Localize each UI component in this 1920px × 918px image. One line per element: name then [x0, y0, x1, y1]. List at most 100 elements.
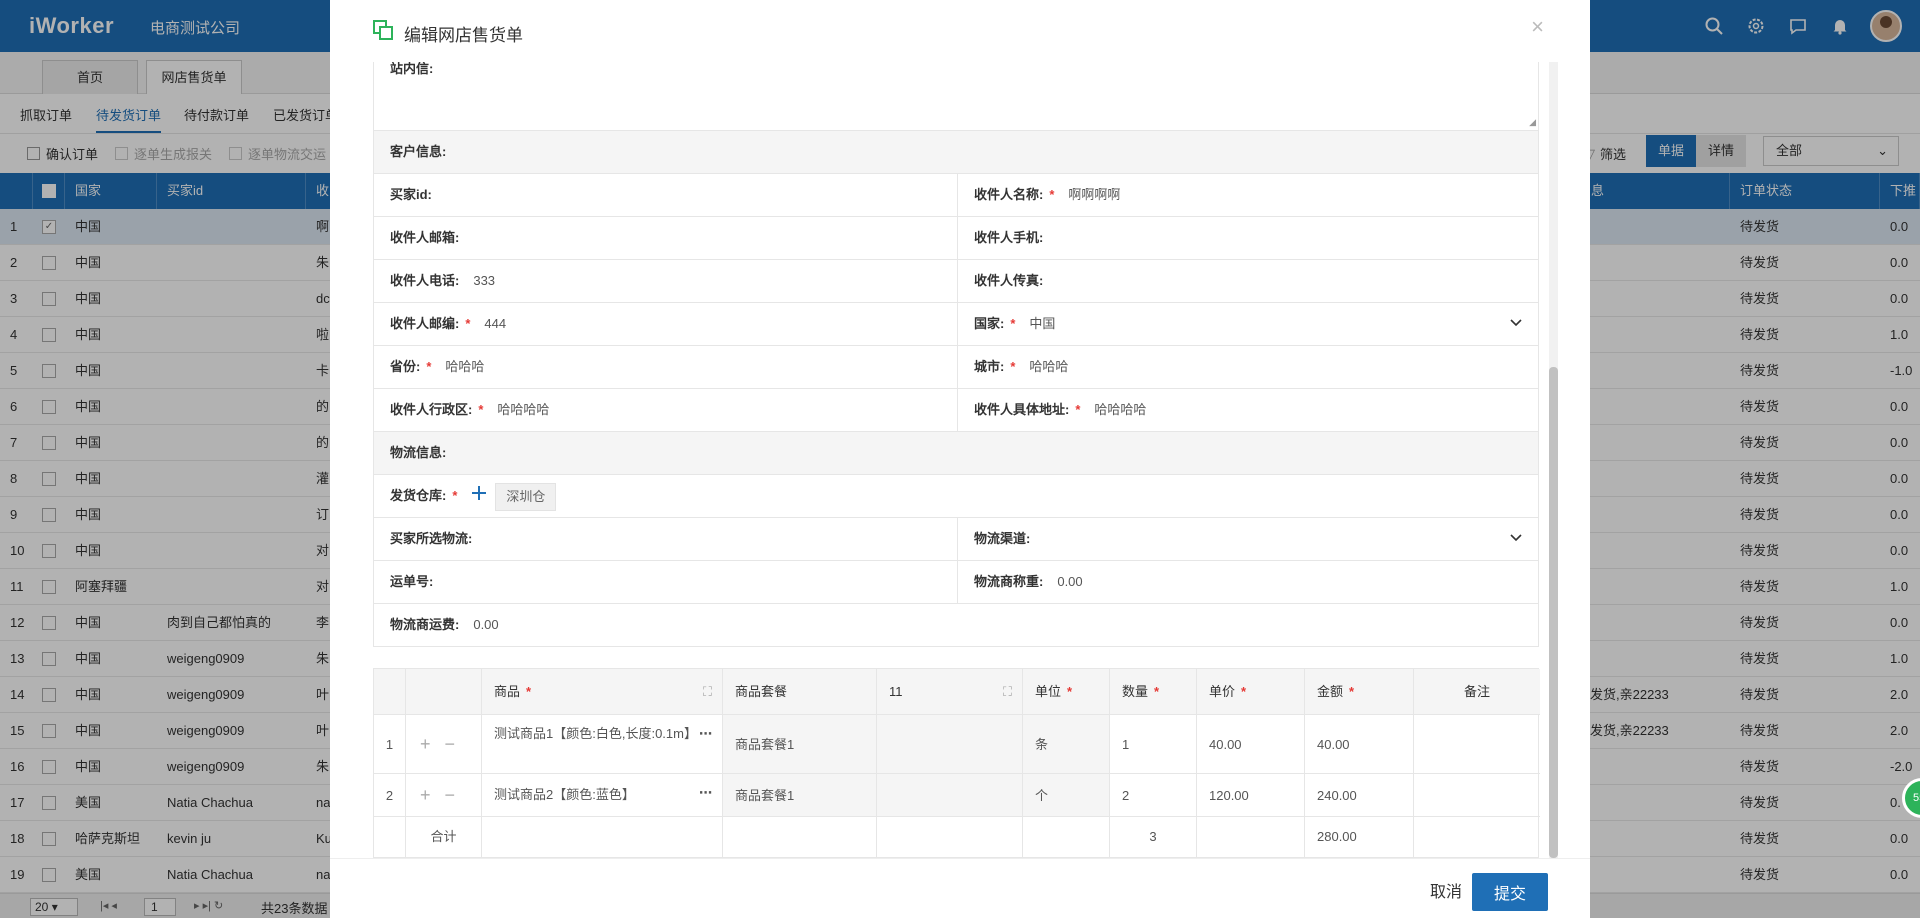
items-header-11: 11 ⛶	[877, 669, 1023, 714]
modal-body: 站内信: ◢ 客户信息: 买家id: 收件人名称: * 啊啊啊啊 收件人邮箱: 收件…	[330, 62, 1590, 858]
recv-name-field[interactable]: 收件人名称: * 啊啊啊啊	[958, 174, 1540, 216]
station-msg-row: 站内信: ◢	[373, 62, 1539, 131]
address-value: 哈哈哈哈	[1094, 402, 1147, 417]
items-header-package: 商品套餐	[723, 669, 877, 714]
city-field[interactable]: 城市: * 哈哈哈	[958, 346, 1540, 388]
item-cell-col11[interactable]	[877, 715, 1023, 774]
country-select[interactable]: 国家: * 中国	[958, 303, 1540, 345]
plus-icon[interactable]: +	[420, 785, 431, 805]
plus-icon[interactable]	[471, 476, 487, 518]
channel-select[interactable]: 物流渠道:	[958, 518, 1540, 560]
channel-label: 物流渠道:	[974, 531, 1031, 546]
buyer-logistics-label: 买家所选物流:	[390, 531, 473, 546]
recv-zip-field[interactable]: 收件人邮编: * 444	[374, 303, 957, 345]
address-field[interactable]: 收件人具体地址: * 哈哈哈哈	[958, 389, 1540, 431]
total-empty-cell	[1414, 817, 1540, 857]
recv-name-value: 啊啊啊啊	[1068, 187, 1121, 202]
city-label: 城市:	[974, 359, 1005, 374]
station-msg-label: 站内信:	[390, 62, 434, 76]
modal-title: 编辑网店售货单	[404, 26, 523, 45]
total-empty-cell	[877, 817, 1023, 857]
district-value: 哈哈哈哈	[497, 402, 550, 417]
item-cell-product[interactable]: 测试商品1【颜色:白色,长度:0.1m】 ⋯	[482, 715, 723, 774]
scroll-thumb[interactable]	[1549, 367, 1558, 858]
province-field[interactable]: 省份: * 哈哈哈	[374, 346, 957, 388]
items-header-remark: 备注	[1414, 669, 1540, 714]
item-cell-price[interactable]: 120.00	[1197, 774, 1305, 817]
logistics-section: 物流信息:	[373, 432, 1539, 475]
item-cell-ops: + −	[406, 774, 482, 817]
item-cell-remark[interactable]	[1414, 774, 1540, 817]
modal-scrollbar[interactable]	[1549, 62, 1558, 858]
warehouse-tag[interactable]: 深圳仓	[495, 482, 557, 511]
plus-icon[interactable]: +	[420, 734, 431, 754]
item-cell-col11[interactable]	[877, 774, 1023, 817]
chevron-down-icon[interactable]	[1510, 534, 1522, 542]
recv-mobile-label: 收件人手机:	[974, 230, 1044, 245]
item-cell-unit[interactable]: 条	[1023, 715, 1110, 774]
customer-section-label: 客户信息:	[390, 144, 447, 159]
province-value: 哈哈哈	[445, 359, 485, 374]
items-header-qty: 数量 *	[1110, 669, 1197, 714]
item-cell-price[interactable]: 40.00	[1197, 715, 1305, 774]
total-row: 合计 3 280.00	[374, 816, 1540, 857]
weight-field[interactable]: 物流商称重: 0.00	[958, 561, 1540, 603]
city-value: 哈哈哈	[1029, 359, 1069, 374]
recv-fax-field[interactable]: 收件人传真:	[958, 260, 1540, 302]
minus-icon[interactable]: −	[445, 785, 456, 805]
freight-label: 物流商运费:	[390, 617, 460, 632]
buyer-logistics-field[interactable]: 买家所选物流:	[374, 518, 957, 560]
items-header-unit: 单位 *	[1023, 669, 1110, 714]
resize-icon[interactable]: ◢	[1529, 117, 1536, 128]
product-header-label: 商品	[494, 684, 521, 699]
recv-name-label: 收件人名称:	[974, 187, 1044, 202]
item-cell-qty[interactable]: 2	[1110, 774, 1197, 817]
cancel-button[interactable]: 取消	[1416, 875, 1476, 905]
address-label: 收件人具体地址:	[974, 402, 1070, 417]
province-label: 省份:	[390, 359, 421, 374]
country-label: 国家:	[974, 316, 1005, 331]
item-cell-amount[interactable]: 40.00	[1305, 715, 1414, 774]
edit-order-modal: 编辑网店售货单 × 站内信: ◢ 客户信息: 买家id: 收件人名称: * 啊啊啊啊	[330, 0, 1590, 918]
item-package-value: 商品套餐1	[735, 788, 795, 803]
close-icon[interactable]: ×	[1531, 14, 1544, 40]
more-icon[interactable]: ⋯	[699, 784, 712, 801]
district-field[interactable]: 收件人行政区: * 哈哈哈哈	[374, 389, 957, 431]
item-no-value: 1	[385, 737, 394, 752]
total-empty-cell	[482, 817, 723, 857]
item-cell-qty[interactable]: 1	[1110, 715, 1197, 774]
row-district: 收件人行政区: * 哈哈哈哈 收件人具体地址: * 哈哈哈哈	[373, 389, 1539, 432]
recv-email-field[interactable]: 收件人邮箱:	[374, 217, 957, 259]
minus-icon[interactable]: −	[445, 734, 456, 754]
row-freight: 物流商运费: 0.00	[373, 604, 1539, 647]
item-cell-amount[interactable]: 240.00	[1305, 774, 1414, 817]
recv-zip-label: 收件人邮编:	[390, 316, 460, 331]
recv-phone-field[interactable]: 收件人电话: 333	[374, 260, 957, 302]
expand-icon[interactable]: ⛶	[703, 669, 712, 714]
submit-button[interactable]: 提交	[1472, 873, 1548, 911]
freight-field[interactable]: 物流商运费: 0.00	[374, 604, 957, 646]
price-header-label: 单价	[1209, 684, 1236, 699]
item-package-value: 商品套餐1	[735, 737, 795, 752]
more-icon[interactable]: ⋯	[699, 725, 712, 742]
items-header-price: 单价 *	[1197, 669, 1305, 714]
item-cell-package[interactable]: 商品套餐1	[723, 774, 877, 817]
expand-icon[interactable]: ⛶	[1003, 669, 1012, 714]
item-row: 1 + − 测试商品1【颜色:白色,长度:0.1m】 ⋯ 商品套餐1 条 1 40.00 40.0…	[374, 714, 1540, 774]
weight-value: 0.00	[1057, 574, 1083, 589]
item-amount-value: 40.00	[1317, 737, 1350, 752]
chevron-down-icon[interactable]	[1510, 319, 1522, 327]
item-cell-remark[interactable]	[1414, 715, 1540, 774]
buyer-id-field[interactable]: 买家id:	[374, 174, 957, 216]
recv-mobile-field[interactable]: 收件人手机:	[958, 217, 1540, 259]
items-header-ops	[406, 669, 482, 714]
item-cell-package[interactable]: 商品套餐1	[723, 715, 877, 774]
product-name: 测试商品2【颜色:蓝色】	[494, 787, 635, 802]
country-value: 中国	[1029, 316, 1056, 331]
qty-header-label: 数量	[1122, 684, 1149, 699]
waybill-field[interactable]: 运单号:	[374, 561, 957, 603]
item-qty-value: 1	[1122, 737, 1130, 752]
warehouse-field: 发货仓库: * 深圳仓	[374, 475, 1540, 517]
item-cell-product[interactable]: 测试商品2【颜色:蓝色】 ⋯	[482, 774, 723, 817]
item-cell-unit[interactable]: 个	[1023, 774, 1110, 817]
